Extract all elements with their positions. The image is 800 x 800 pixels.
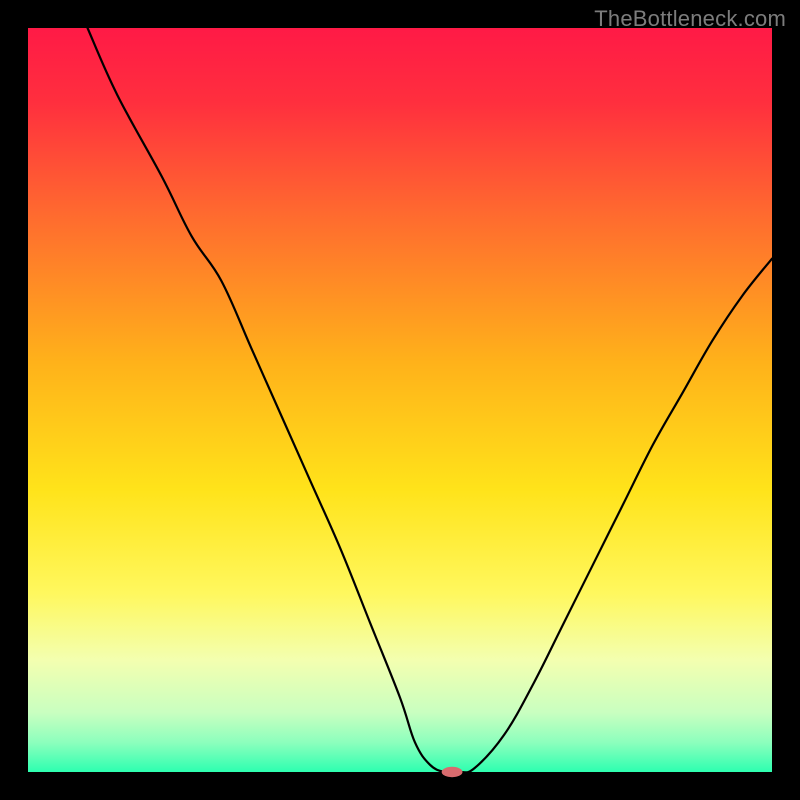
chart-svg — [28, 28, 772, 772]
chart-container: TheBottleneck.com — [0, 0, 800, 800]
bottleneck-curve — [88, 28, 772, 773]
optimum-marker — [442, 767, 463, 777]
plot-area — [28, 28, 772, 772]
